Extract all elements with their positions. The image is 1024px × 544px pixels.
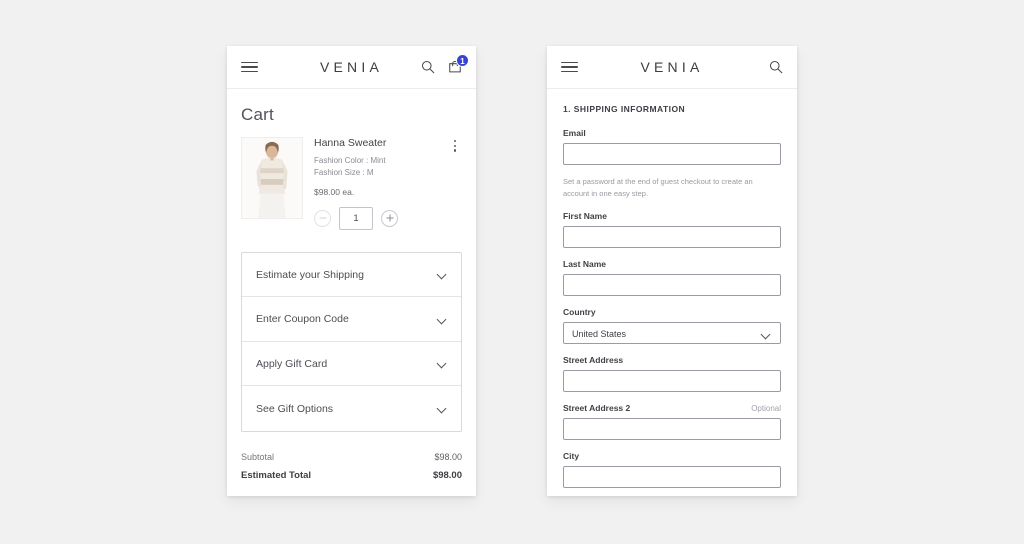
estimated-total-value: $98.00	[432, 469, 462, 481]
page-title: Cart	[241, 105, 274, 124]
subtotal-row: Subtotal $98.00	[241, 448, 462, 466]
field-head: Street Address 2 Optional	[563, 403, 781, 413]
quantity-increment-button[interactable]	[381, 209, 398, 227]
cart-line-item: Hanna Sweater Fashion Color : Mint Fashi…	[241, 137, 462, 244]
field-head: Email	[563, 128, 781, 138]
hamburger-icon[interactable]	[561, 61, 578, 73]
checkout-phone-panel: VENIA 1. SHIPPING INFORMATION Email Set …	[547, 46, 797, 496]
chevron-down-icon	[438, 315, 447, 324]
hamburger-icon[interactable]	[241, 61, 258, 73]
email-label: Email	[563, 128, 586, 138]
cart-app-header: VENIA 1	[227, 46, 476, 89]
screenshot-stage: VENIA 1 Cart Hanna Sweater Fashion Color…	[0, 0, 1024, 544]
product-option-color: Fashion Color : Mint	[314, 156, 386, 165]
product-option-size: Fashion Size : M	[314, 168, 374, 178]
street-address-input[interactable]	[563, 370, 781, 393]
last-name-input[interactable]	[563, 274, 781, 297]
cart-body: Cart Hanna Sweater Fashion Color: Mint …	[227, 89, 476, 485]
cart-icon[interactable]: 1	[448, 54, 469, 74]
subtotal-label: Subtotal	[241, 451, 275, 462]
accordion-gift-options[interactable]: See Gift Options	[242, 386, 461, 431]
accordion-estimate-shipping[interactable]: Estimate your Shipping	[242, 253, 461, 298]
accordion-label: Apply Gift Card	[256, 357, 328, 370]
estimated-total-label: Estimated Total	[241, 469, 312, 481]
city-input[interactable]	[563, 466, 781, 489]
field-head: Last Name	[563, 259, 781, 269]
cart-phone-panel: VENIA 1 Cart Hanna Sweater Fashion Color…	[227, 46, 476, 496]
field-head: Country	[563, 307, 781, 317]
field-head: City	[563, 451, 781, 461]
field-street-address: Street Address	[563, 355, 781, 393]
product-thumbnail[interactable]	[241, 137, 303, 219]
street-address-2-label: Street Address 2	[563, 403, 631, 414]
field-head: First Name	[563, 211, 781, 221]
field-last-name: Last Name	[563, 259, 781, 297]
field-email: Email	[563, 128, 781, 165]
last-name-label: Last Name	[563, 259, 606, 270]
cart-accordion: Estimate your Shipping Enter Coupon Code…	[241, 251, 462, 432]
chevron-down-icon	[438, 270, 447, 279]
country-label: Country	[563, 307, 596, 318]
accordion-label: See Gift Options	[256, 402, 334, 415]
shipping-form: 1. SHIPPING INFORMATION Email Set a pass…	[547, 89, 797, 489]
quantity-input[interactable]: 1	[339, 206, 373, 230]
checkout-app-header: VENIA	[547, 46, 797, 89]
product-name[interactable]: Hanna Sweater	[314, 137, 437, 149]
field-street-address-2: Street Address 2 Optional	[563, 403, 781, 441]
checkout-header-actions	[769, 60, 783, 74]
field-city: City	[563, 451, 781, 489]
kebab-menu-icon[interactable]	[448, 137, 462, 230]
estimated-total-row: Estimated Total $98.00	[241, 466, 462, 485]
brand-logo: VENIA	[640, 59, 704, 75]
cart-header-actions: 1	[421, 54, 469, 74]
accordion-coupon-code[interactable]: Enter Coupon Code	[242, 297, 461, 342]
field-head: Street Address	[563, 355, 781, 365]
email-helper-text: Set a password at the end of guest check…	[563, 177, 753, 198]
section-title-shipping: 1. SHIPPING INFORMATION	[563, 104, 686, 114]
chevron-down-icon	[438, 404, 447, 413]
field-country: Country United States	[563, 307, 781, 345]
street-address-2-input[interactable]	[563, 418, 781, 441]
first-name-input[interactable]	[563, 226, 781, 249]
subtotal-value: $98.00	[434, 451, 462, 462]
email-input[interactable]	[563, 143, 781, 165]
search-icon[interactable]	[421, 60, 435, 74]
cart-badge-count: 1	[456, 54, 469, 67]
street-address-label: Street Address	[563, 355, 624, 366]
chevron-down-icon	[438, 359, 447, 368]
first-name-label: First Name	[563, 211, 607, 222]
country-selected-value: United States	[572, 329, 627, 340]
product-details: Hanna Sweater Fashion Color : Mint Fashi…	[314, 137, 437, 230]
accordion-label: Estimate your Shipping	[256, 268, 364, 281]
city-label: City	[563, 451, 580, 462]
product-price: $98.00 ea.	[314, 186, 355, 197]
search-icon[interactable]	[769, 60, 783, 74]
quantity-stepper: 1	[314, 206, 437, 230]
accordion-gift-card[interactable]: Apply Gift Card	[242, 342, 461, 387]
cart-totals: Subtotal $98.00 Estimated Total $98.00	[241, 432, 462, 485]
accordion-label: Enter Coupon Code	[256, 313, 349, 326]
street-address-2-optional-tag: Optional	[751, 404, 781, 414]
quantity-decrement-button[interactable]	[314, 209, 331, 227]
field-first-name: First Name	[563, 211, 781, 249]
country-select[interactable]: United States	[563, 322, 781, 345]
